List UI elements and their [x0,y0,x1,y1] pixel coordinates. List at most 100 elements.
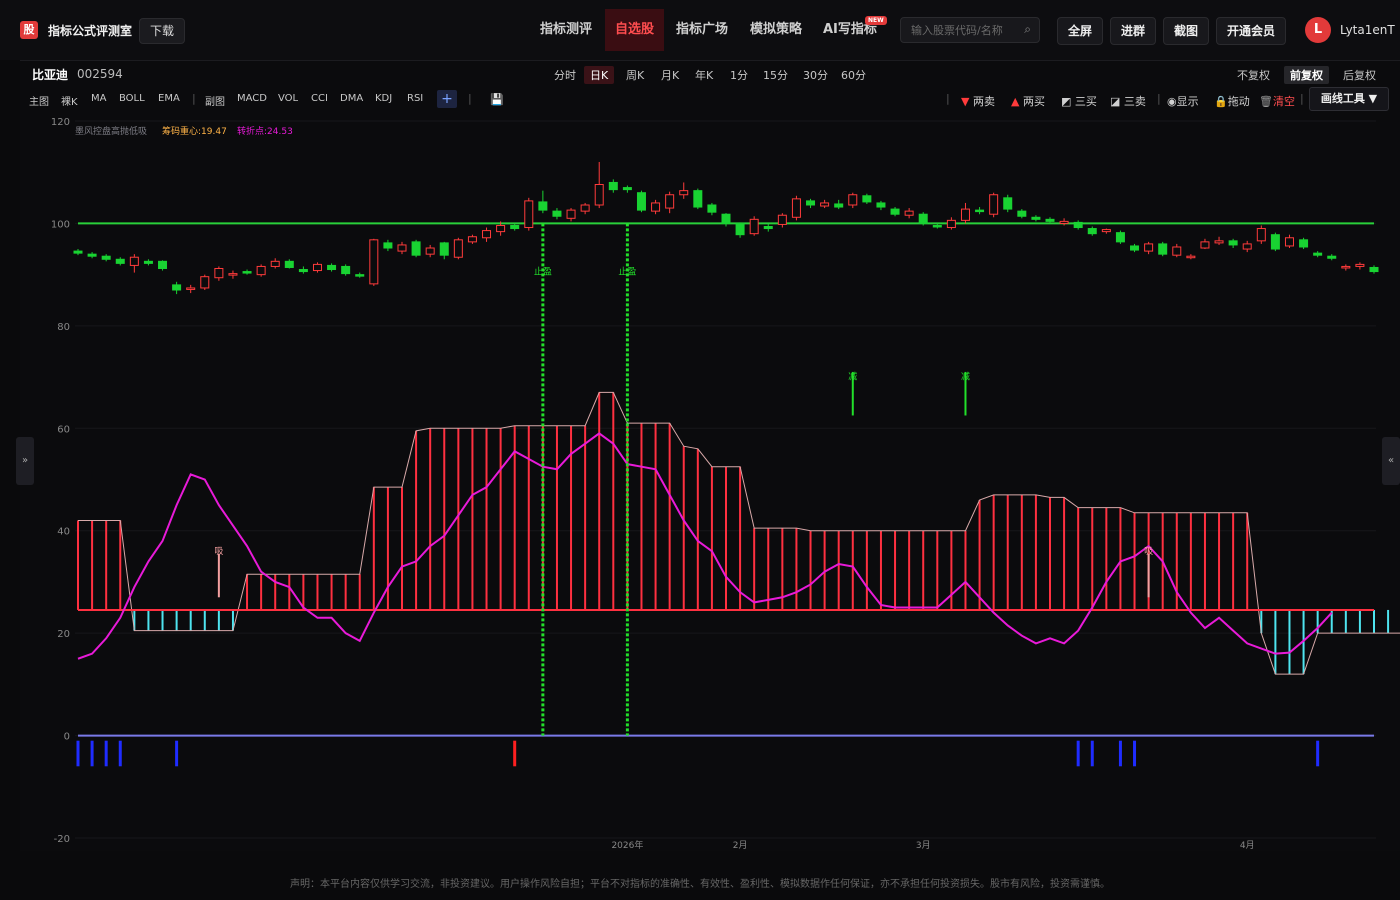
candle-body [693,190,703,208]
candle-body [256,265,266,276]
candle-body [749,218,759,235]
candle-body [397,244,407,252]
candle-body [1144,243,1154,252]
candle-body [876,202,886,208]
candle-body [383,242,393,249]
signal-label: 吸 [214,546,223,557]
candle-body [1256,228,1266,242]
candle-body [1228,240,1238,246]
candle-body [298,269,308,273]
y-tick-label: 60 [57,424,70,435]
x-tick-label: 2月 [733,840,748,851]
candle-body [763,226,773,230]
y-tick-label: 80 [57,322,70,333]
candle-body [707,204,717,213]
candle-body [143,260,153,264]
candle-body [186,287,196,290]
candle-body [1369,266,1379,273]
candle-body [467,236,477,243]
candle-body [651,202,661,212]
candle-body [594,184,604,206]
x-tick-label: 2026年 [611,839,643,851]
candle-body [665,194,675,209]
zone-envelope [78,391,1400,675]
legend-item: 转折点:24.53 [237,125,293,137]
legend-name: 墨风控盘高抛低吸 [75,125,147,137]
candle-body [101,255,111,260]
signal-label: 吸 [1144,546,1153,557]
candle-body [439,242,449,256]
x-tick-label: 4月 [1240,840,1255,851]
y-tick-label: 120 [51,117,70,128]
candle-body [115,258,125,264]
candle-body [777,214,787,225]
candle-body [1101,229,1111,233]
candle-body [129,256,139,266]
candle-body [1341,265,1351,269]
kline-chart[interactable]: 120 100 80 60 40 20 0 -20 2026年 2月 3月 4月 墨风控盘高抛低吸 筹码重… [0,0,1400,900]
y-tick-label: 0 [64,732,70,743]
candle-body [453,239,463,258]
candle-body [1115,232,1125,243]
candle-body [1017,210,1027,217]
candle-body [636,192,646,211]
candle-body [608,181,618,191]
candle-body [989,194,999,215]
candle-body [580,204,590,212]
candle-body [369,239,379,285]
candle-body [1059,220,1069,224]
candle-body [327,264,337,271]
signal-label: 减 [848,371,857,383]
candle-body [834,203,844,208]
y-tick-label: 20 [57,629,70,640]
candle-body [228,273,238,276]
signal-label: 止盈 [534,266,552,278]
candle-body [87,253,97,257]
candle-body [721,213,731,224]
candle-body [975,209,985,213]
y-tick-label: 100 [51,219,70,230]
candle-body [1087,228,1097,235]
candle-body [1045,218,1055,222]
candle-body [791,198,801,218]
candle-body [242,271,252,274]
candle-body [1130,245,1140,251]
candle-body [270,260,280,267]
legend-item: 筹码重心:19.47 [162,125,227,137]
signal-label: 减 [961,371,970,383]
candle-body [904,210,914,216]
candle-body [679,190,689,196]
signal-label: 止盈 [618,266,636,278]
candle-body [1355,263,1365,267]
collapse-right-toggle[interactable]: « [1382,437,1400,485]
candle-body [1073,221,1083,229]
candle-body [1186,255,1196,259]
candle-body [890,208,900,215]
candle-body [73,250,83,254]
candle-body [1242,243,1252,250]
candle-body [1003,197,1013,210]
candle-body [820,202,830,207]
candle-body [566,209,576,219]
candle-body [1284,237,1294,247]
x-tick-label: 3月 [916,840,931,851]
candle-body [341,265,351,275]
candle-body [1031,216,1041,220]
candle-body [960,208,970,221]
candle-body [806,200,816,206]
candle-body [200,276,210,289]
candle-body [552,210,562,217]
disclaimer-text: 声明：本平台内容仅供学习交流，非投资建议。用户操作风险自担；平台不对指标的准确性… [290,879,1110,890]
expand-left-toggle[interactable]: » [16,437,34,485]
candle-body [1327,255,1337,259]
candle-body [496,224,506,233]
candle-body [172,284,182,291]
candle-body [355,274,365,277]
candle-body [735,222,745,236]
y-tick-label: 40 [57,527,70,538]
candle-body [214,267,224,279]
candle-body [1270,234,1280,250]
candle-body [284,260,294,268]
candle-body [158,260,168,269]
y-tick-label: -20 [54,834,70,845]
